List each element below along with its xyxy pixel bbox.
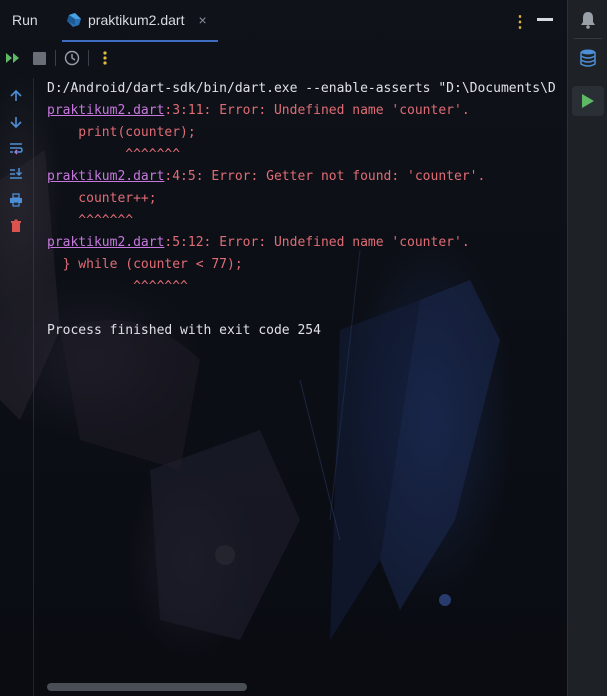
run-title: Run [12,12,38,28]
console-text: :3:11: Error: Undefined name 'counter'. [164,103,470,118]
console-text: :5:12: Error: Undefined name 'counter'. [164,235,470,250]
console-line: praktikum2.dart:4:5: Error: Getter not f… [47,166,567,188]
console-text: ^^^^^^^ [47,279,188,294]
console-text: print(counter); [47,125,196,140]
horizontal-scrollbar[interactable] [47,683,247,691]
console-line: ^^^^^^^ [47,276,567,298]
history-icon[interactable] [61,46,83,70]
run-tool-window-header: Run praktikum2.dart × ⋮ [0,0,567,42]
arrow-up-icon[interactable] [6,86,26,106]
rerun-icon[interactable] [2,46,24,70]
file-link[interactable]: praktikum2.dart [47,235,164,250]
run-icon[interactable] [572,86,604,116]
console-text: D:/Android/dart-sdk/bin/dart.exe --enabl… [47,81,556,96]
dart-file-icon [67,13,81,27]
close-icon[interactable]: × [198,12,206,28]
file-link[interactable]: praktikum2.dart [47,103,164,118]
console-text: :4:5: Error: Getter not found: 'counter'… [164,169,486,184]
toolbar-separator [55,50,56,66]
notifications-icon[interactable] [576,8,600,32]
console-line: praktikum2.dart:5:12: Error: Undefined n… [47,232,567,254]
print-icon[interactable] [6,190,26,210]
console-text: counter++; [47,191,157,206]
console-line: praktikum2.dart:3:11: Error: Undefined n… [47,100,567,122]
gutter-divider [33,78,34,696]
console-output[interactable]: D:/Android/dart-sdk/bin/dart.exe --enabl… [47,78,567,342]
tab-praktikum2[interactable]: praktikum2.dart × [62,0,218,42]
tab-label: praktikum2.dart [88,12,185,28]
right-tool-strip [567,0,607,696]
run-toolbar [0,46,567,70]
console-line: } while (counter < 77); [47,254,567,276]
minimize-icon[interactable] [537,18,553,21]
trash-icon[interactable] [6,216,26,236]
console-line: ^^^^^^^ [47,210,567,232]
console-line: ^^^^^^^ [47,144,567,166]
console-line: counter++; [47,188,567,210]
arrow-down-icon[interactable] [6,112,26,132]
console-text: } while (counter < 77); [47,257,243,272]
console-line: D:/Android/dart-sdk/bin/dart.exe --enabl… [47,78,567,100]
more-options-icon[interactable] [94,46,116,70]
database-icon[interactable] [576,46,600,70]
more-options-icon[interactable]: ⋮ [512,12,528,32]
console-line: Process finished with exit code 254 [47,320,567,342]
console-line: print(counter); [47,122,567,144]
toolbar-separator [88,50,89,66]
console-text: ^^^^^^^ [47,213,134,228]
console-text: ^^^^^^^ [47,147,181,162]
soft-wrap-icon[interactable] [6,138,26,158]
console-text: Process finished with exit code 254 [47,323,321,338]
scroll-to-end-icon[interactable] [6,164,26,184]
strip-separator [574,38,602,39]
stop-icon[interactable] [28,46,50,70]
file-link[interactable]: praktikum2.dart [47,169,164,184]
